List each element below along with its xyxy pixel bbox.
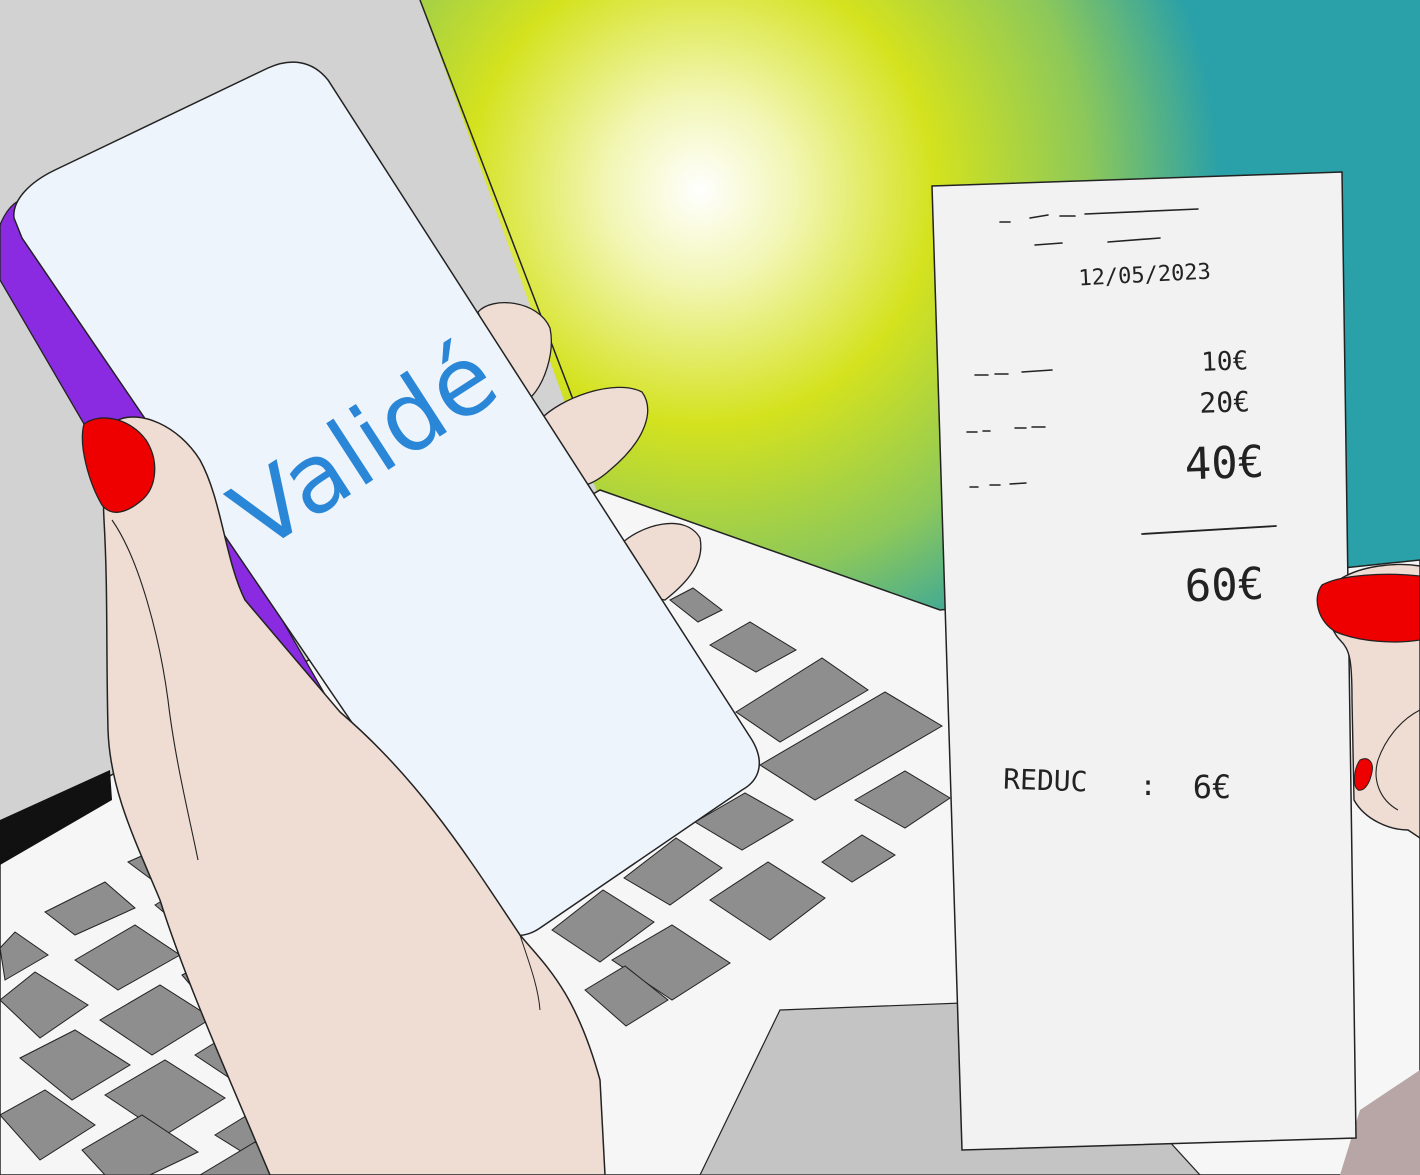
- illustration-scene: Validé 12/05/2023 10€ 20€ 40€ 60€ REDUC …: [0, 0, 1420, 1175]
- receipt-item-amount-3: 40€: [1184, 437, 1265, 491]
- illustration-canvas: Validé 12/05/2023 10€ 20€ 40€ 60€ REDUC …: [0, 0, 1420, 1175]
- receipt-paper: [931, 171, 1357, 1151]
- receipt-total: 60€: [1184, 559, 1265, 613]
- receipt-item-amount-2: 20€: [1199, 385, 1251, 420]
- receipt-discount-separator: :: [1140, 769, 1157, 802]
- receipt-discount-value: 6€: [1193, 768, 1232, 806]
- receipt: 12/05/2023 10€ 20€ 40€ 60€ REDUC : 6€: [931, 171, 1357, 1151]
- receipt-item-amount-1: 10€: [1201, 346, 1249, 378]
- receipt-discount-label: REDUC: [1003, 763, 1088, 799]
